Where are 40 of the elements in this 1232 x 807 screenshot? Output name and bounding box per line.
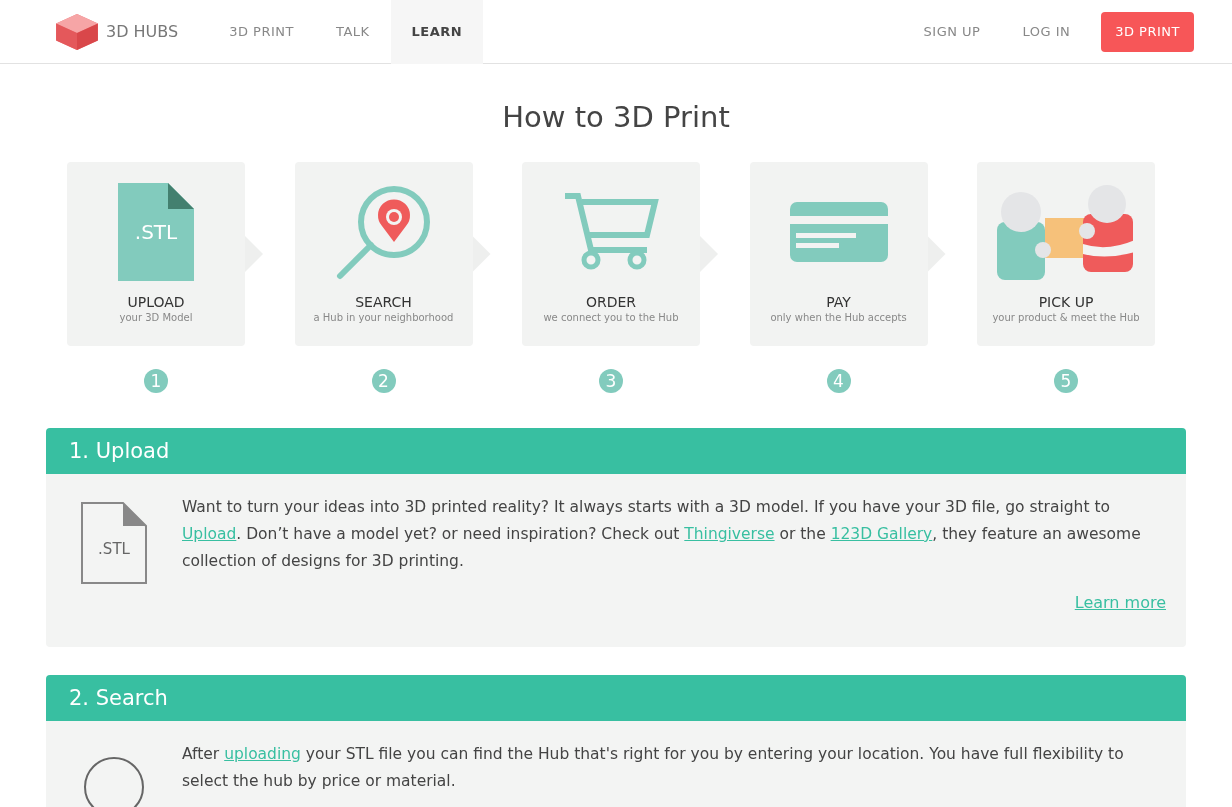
- text-link[interactable]: uploading: [224, 745, 301, 763]
- section-header: 2. Search: [46, 675, 1186, 721]
- step-title: PAY: [826, 294, 851, 310]
- step-title: PICK UP: [1038, 294, 1094, 310]
- nav-link[interactable]: TALK: [315, 0, 391, 64]
- step-title: UPLOAD: [127, 294, 185, 310]
- step-description: we connect you to the Hub: [543, 312, 679, 323]
- cube-logo-icon[interactable]: [54, 12, 100, 51]
- section-paragraph: After uploading your STL file you can find the Hub that's right for you by entering your location. You have full flexibility to select the hub by price or material.: [182, 744, 1125, 792]
- step-title: SEARCH: [355, 294, 412, 310]
- brand-name[interactable]: 3D HUBS: [106, 22, 179, 41]
- circle-icon: [84, 757, 144, 807]
- step-number: 3: [599, 369, 623, 393]
- nav-link[interactable]: SIGN UP: [902, 0, 1002, 64]
- text-link[interactable]: 123D Gallery: [830, 525, 933, 543]
- section-paragraph: Want to turn your ideas into 3D printed reality? It always starts with a 3D model. If you have your 3D file, go straight to Upload. Don’t have a model yet? or need inspiration? Check out Thingiverse or the 123D Gallery, they feature an awesome collection of designs for 3D printing.: [182, 497, 1142, 572]
- cart-icon: [563, 192, 659, 272]
- text-link[interactable]: Thingiverse: [684, 525, 775, 543]
- step-number: 4: [826, 369, 851, 393]
- step-number: 2: [371, 369, 396, 393]
- page-title: How to 3D Print: [501, 100, 731, 134]
- step-description: only when the Hub accepts: [770, 312, 907, 323]
- nav-link[interactable]: LEARN: [390, 0, 484, 64]
- print-button[interactable]: 3D PRINT: [1101, 11, 1194, 52]
- file-type-label: .STL: [98, 540, 130, 558]
- text-link[interactable]: Upload: [182, 525, 237, 543]
- learn-more-link[interactable]: Learn more: [1074, 593, 1166, 612]
- step-number: 5: [1054, 369, 1078, 393]
- nav-link[interactable]: 3D PRINT: [208, 0, 315, 64]
- step-description: your product & meet the Hub: [992, 312, 1140, 323]
- file-type-label: .STL: [134, 220, 178, 244]
- folded-corner-icon: [168, 183, 194, 209]
- step-title: ORDER: [585, 294, 637, 310]
- step-number: 1: [144, 369, 168, 393]
- step-description: a Hub in your neighborhood: [313, 312, 454, 323]
- step-description: your 3D Model: [119, 312, 193, 323]
- section-header: 1. Upload: [46, 428, 1186, 474]
- credit-card-icon: [789, 202, 888, 262]
- nav-link[interactable]: LOG IN: [1001, 0, 1092, 64]
- people-handover-icon: [997, 184, 1135, 280]
